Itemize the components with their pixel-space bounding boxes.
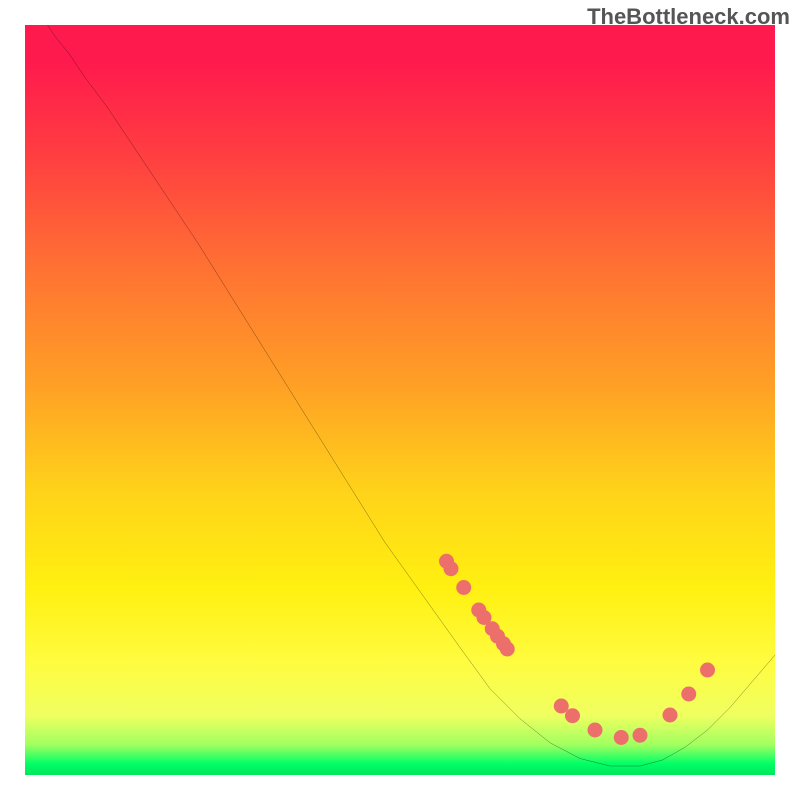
curve-svg <box>25 25 775 775</box>
data-marker <box>663 708 678 723</box>
data-marker <box>700 663 715 678</box>
data-marker <box>456 580 471 595</box>
bottleneck-curve <box>48 25 776 766</box>
watermark-text: TheBottleneck.com <box>587 4 790 30</box>
data-marker <box>633 728 648 743</box>
chart-container: TheBottleneck.com <box>0 0 800 800</box>
data-marker <box>554 699 569 714</box>
plot-area <box>25 25 775 775</box>
data-marker <box>614 730 629 745</box>
data-marker <box>444 561 459 576</box>
data-marker <box>681 687 696 702</box>
data-markers <box>439 554 715 745</box>
data-marker <box>565 708 580 723</box>
data-marker <box>500 642 515 657</box>
data-marker <box>588 723 603 738</box>
